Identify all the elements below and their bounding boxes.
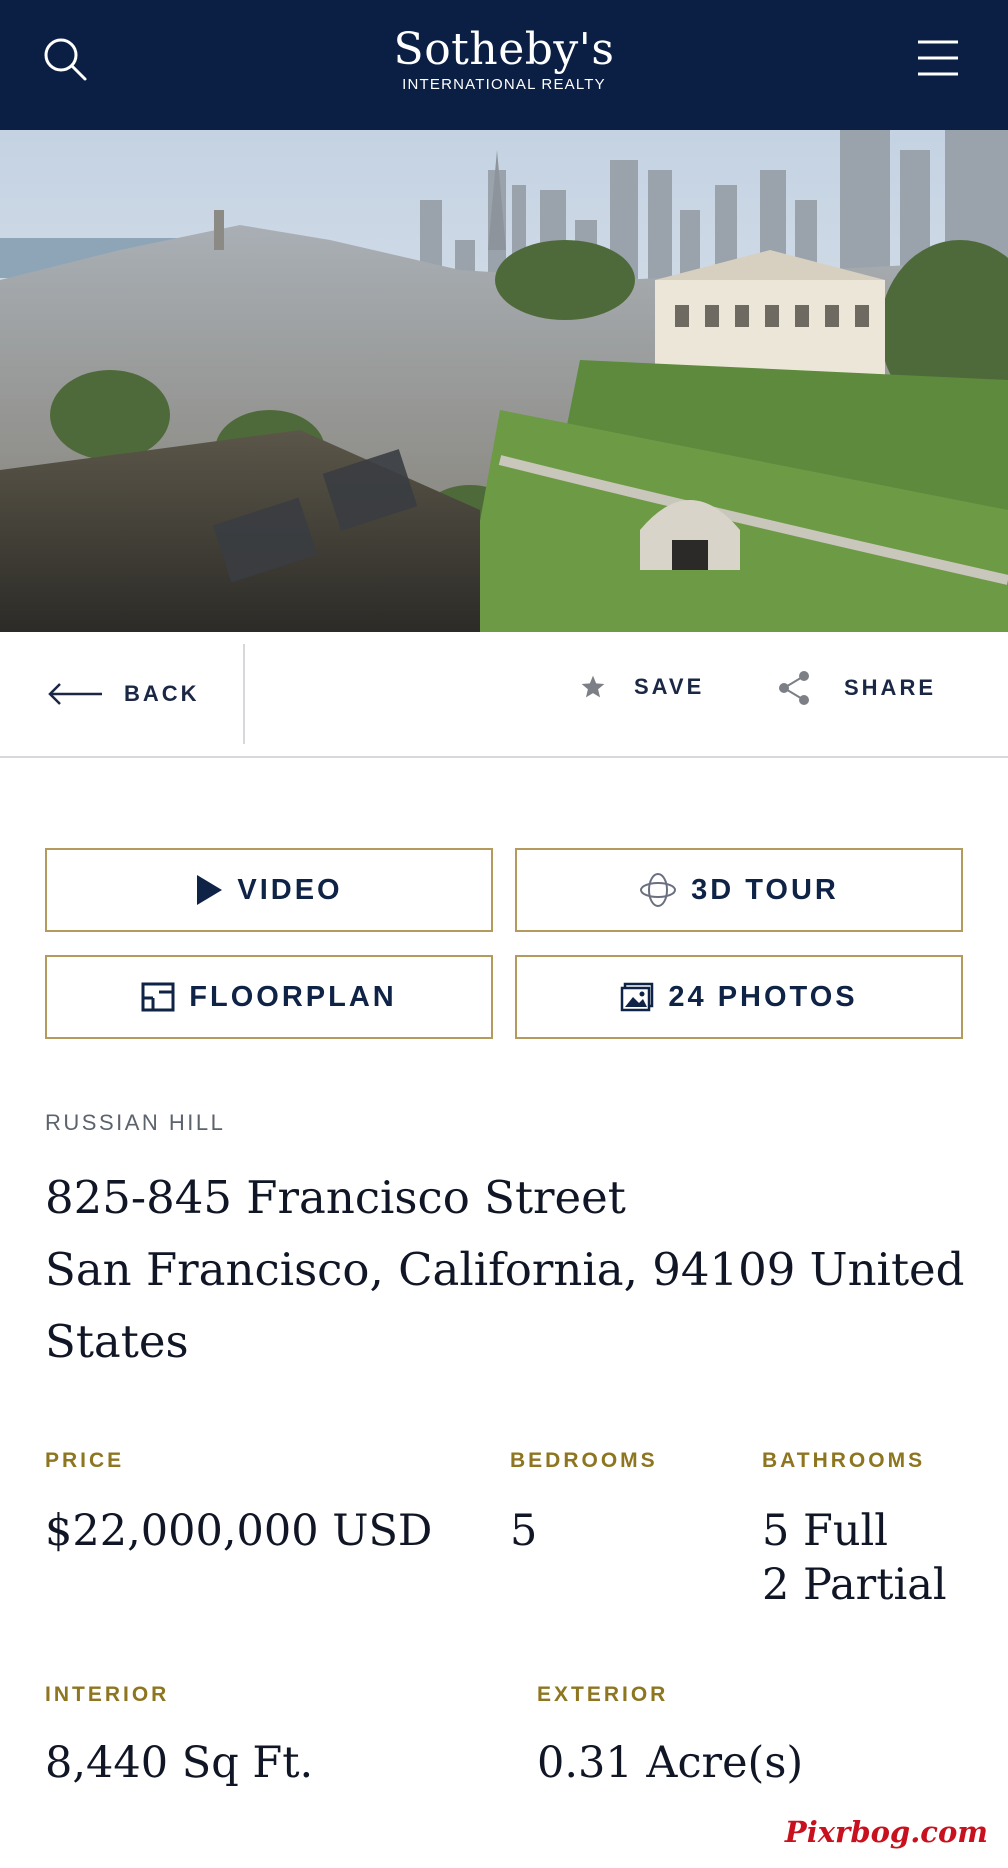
- play-icon: [197, 875, 223, 905]
- share-icon: [779, 671, 809, 705]
- exterior-value: 0.31 Acre(s): [537, 1738, 804, 1788]
- share-label: SHARE: [844, 675, 937, 700]
- site-header: Sotheby's INTERNATIONAL REALTY: [0, 0, 1008, 130]
- brand-subtitle: INTERNATIONAL REALTY: [402, 76, 606, 93]
- interior-value: 8,440 Sq Ft.: [45, 1738, 314, 1788]
- address-line-2: San Francisco, California, 94109 United: [45, 1243, 965, 1296]
- interior-label: INTERIOR: [45, 1683, 170, 1706]
- share-button[interactable]: SHARE: [776, 670, 936, 706]
- brand-name: Sotheby's: [393, 24, 615, 75]
- floorplan-label: FLOORPLAN: [189, 980, 397, 1013]
- floorplan-button[interactable]: FLOORPLAN: [45, 955, 493, 1039]
- back-button[interactable]: BACK: [0, 644, 245, 744]
- photos-label: 24 PHOTOS: [668, 980, 858, 1013]
- photos-button[interactable]: 24 PHOTOS: [515, 955, 963, 1039]
- price-value: $22,000,000 USD: [45, 1506, 433, 1556]
- 3d-tour-label: 3D TOUR: [691, 873, 839, 906]
- price-label: PRICE: [45, 1449, 125, 1472]
- watermark: Pixrbog.com: [784, 1815, 988, 1849]
- listing-action-bar: BACK SAVE SHARE: [0, 632, 1008, 758]
- sothebys-logo[interactable]: Sotheby's INTERNATIONAL REALTY: [0, 24, 1008, 93]
- back-label: BACK: [124, 681, 200, 706]
- hero-image[interactable]: [0, 130, 1008, 632]
- arrow-left-icon: [48, 683, 102, 705]
- 3d-tour-button[interactable]: 3D TOUR: [515, 848, 963, 932]
- neighborhood-label: RUSSIAN HILL: [45, 1110, 226, 1135]
- address-line-1: 825-845 Francisco Street: [45, 1171, 626, 1224]
- star-icon: [581, 675, 605, 698]
- video-label: VIDEO: [237, 873, 343, 906]
- bathrooms-label: BATHROOMS: [762, 1449, 926, 1472]
- bathrooms-partial-value: 2 Partial: [762, 1560, 947, 1610]
- bedrooms-value: 5: [510, 1506, 538, 1556]
- floorplan-icon: [141, 982, 175, 1012]
- listing-address: 825-845 Francisco Street San Francisco, …: [45, 1162, 975, 1378]
- address-line-3: States: [45, 1315, 189, 1368]
- save-button[interactable]: SAVE: [580, 674, 704, 700]
- bathrooms-full-value: 5 Full: [762, 1506, 889, 1556]
- video-button[interactable]: VIDEO: [45, 848, 493, 932]
- menu-icon[interactable]: [916, 38, 960, 78]
- bedrooms-label: BEDROOMS: [510, 1449, 658, 1472]
- save-label: SAVE: [634, 674, 705, 699]
- exterior-label: EXTERIOR: [537, 1683, 669, 1706]
- 3d-tour-icon: [640, 873, 677, 907]
- photos-icon: [621, 982, 654, 1012]
